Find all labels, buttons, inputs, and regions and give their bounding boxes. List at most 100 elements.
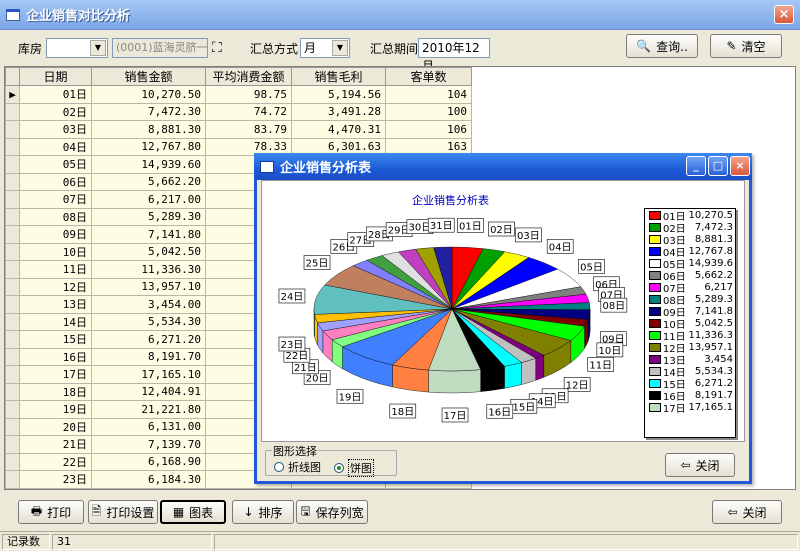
table-cell[interactable]: 17,165.10 xyxy=(91,365,206,384)
table-cell[interactable]: 12日 xyxy=(19,277,92,296)
column-header-sales[interactable]: 销售金额 xyxy=(91,67,206,86)
table-cell[interactable]: 15日 xyxy=(19,330,92,349)
row-indicator[interactable] xyxy=(5,207,20,226)
table-cell[interactable]: 06日 xyxy=(19,172,92,191)
save-width-button[interactable]: 🖫 保存列宽 xyxy=(296,500,368,524)
table-cell[interactable]: 21,221.80 xyxy=(91,400,206,419)
table-cell[interactable]: 21日 xyxy=(19,435,92,454)
print-settings-button[interactable]: 🗎 打印设置 xyxy=(88,500,158,524)
table-cell[interactable]: 5,534.30 xyxy=(91,312,206,331)
table-cell[interactable]: 07日 xyxy=(19,190,92,209)
table-cell[interactable]: 23日 xyxy=(19,470,92,489)
column-header-customers[interactable]: 客单数 xyxy=(385,67,472,86)
period-input[interactable]: 2010年12月 xyxy=(418,38,490,73)
row-indicator[interactable] xyxy=(5,242,20,261)
chevron-down-icon[interactable]: ▼ xyxy=(90,40,106,56)
table-cell[interactable]: 11,336.30 xyxy=(91,260,206,279)
row-indicator[interactable] xyxy=(5,137,20,156)
table-cell[interactable] xyxy=(205,487,292,489)
table-cell[interactable]: 16日 xyxy=(19,347,92,366)
table-cell[interactable]: 5,662.20 xyxy=(91,172,206,191)
table-cell[interactable]: 02日 xyxy=(19,102,92,121)
table-cell[interactable]: 104 xyxy=(385,85,472,104)
table-cell[interactable]: 14日 xyxy=(19,312,92,331)
table-cell[interactable]: 01日 xyxy=(19,85,92,104)
row-indicator[interactable] xyxy=(5,365,20,384)
row-indicator[interactable] xyxy=(5,400,20,419)
row-indicator[interactable] xyxy=(5,330,20,349)
table-cell[interactable]: 13日 xyxy=(19,295,92,314)
table-cell[interactable]: 83.79 xyxy=(205,120,292,139)
radio-circle-selected[interactable] xyxy=(334,463,344,473)
row-indicator[interactable] xyxy=(5,312,20,331)
warehouse-select[interactable]: ▼ xyxy=(46,38,108,58)
column-header-profit[interactable]: 销售毛利 xyxy=(291,67,386,86)
table-cell[interactable]: 6,217.00 xyxy=(91,190,206,209)
row-indicator[interactable] xyxy=(5,470,20,489)
table-cell[interactable]: 19日 xyxy=(19,400,92,419)
table-cell[interactable]: 12,767.80 xyxy=(91,137,206,156)
main-close-button[interactable]: ⇦ 关闭 xyxy=(712,500,782,524)
row-indicator[interactable] xyxy=(5,295,20,314)
table-cell[interactable]: 08日 xyxy=(19,207,92,226)
table-cell[interactable]: 10,270.50 xyxy=(91,85,206,104)
table-cell[interactable]: 04日 xyxy=(19,137,92,156)
chart-button[interactable]: ▦ 图表 xyxy=(160,500,226,524)
table-cell[interactable]: 8,881.30 xyxy=(91,120,206,139)
window-close-button[interactable]: × xyxy=(774,5,794,24)
row-indicator[interactable] xyxy=(5,260,20,279)
table-cell[interactable]: 20日 xyxy=(19,417,92,436)
table-cell[interactable]: 106 xyxy=(385,120,472,139)
current-row-indicator[interactable]: ▶ xyxy=(5,85,20,104)
table-cell[interactable]: 8,191.70 xyxy=(91,347,206,366)
dialog-close-button[interactable]: ⇦ 关闭 xyxy=(665,453,735,477)
table-cell[interactable]: 7,139.70 xyxy=(91,435,206,454)
table-cell[interactable]: 7,472.30 xyxy=(91,102,206,121)
summary-mode-select[interactable]: 月 ▼ xyxy=(300,38,350,58)
table-cell[interactable]: 03日 xyxy=(19,120,92,139)
table-cell[interactable]: 6,184.30 xyxy=(91,470,206,489)
table-cell[interactable]: 21,916.70 xyxy=(91,487,206,489)
row-indicator[interactable] xyxy=(5,172,20,191)
table-cell[interactable] xyxy=(385,487,472,489)
table-cell[interactable]: 18日 xyxy=(19,382,92,401)
row-indicator[interactable] xyxy=(5,102,20,121)
row-indicator[interactable] xyxy=(5,382,20,401)
table-cell[interactable]: 09日 xyxy=(19,225,92,244)
table-cell[interactable]: 4,470.31 xyxy=(291,120,386,139)
row-indicator[interactable] xyxy=(5,452,20,471)
row-indicator[interactable] xyxy=(5,190,20,209)
radio-pie-chart[interactable]: 饼图 xyxy=(334,459,374,477)
table-cell[interactable]: 22日 xyxy=(19,452,92,471)
table-row[interactable]: 03日 8,881.30 83.79 4,470.31 106 xyxy=(5,120,792,139)
table-cell[interactable]: 3,454.00 xyxy=(91,295,206,314)
column-header-avg[interactable]: 平均消费金额 xyxy=(205,67,292,86)
table-cell[interactable]: 74.72 xyxy=(205,102,292,121)
table-cell[interactable]: 5,289.30 xyxy=(91,207,206,226)
table-cell[interactable]: 5,042.50 xyxy=(91,242,206,261)
table-cell[interactable]: 12,404.91 xyxy=(91,382,206,401)
radio-line-chart[interactable]: 折线图 xyxy=(274,459,321,475)
table-row[interactable]: ▶ 01日 10,270.50 98.75 5,194.56 104 xyxy=(5,85,792,104)
table-cell[interactable]: 3,491.28 xyxy=(291,102,386,121)
row-indicator[interactable] xyxy=(5,277,20,296)
table-cell[interactable]: 13,957.10 xyxy=(91,277,206,296)
table-cell[interactable]: 5,194.56 xyxy=(291,85,386,104)
column-header-date[interactable]: 日期 xyxy=(19,67,92,86)
table-cell[interactable]: 11日 xyxy=(19,260,92,279)
binoculars-icon[interactable]: ⛶ xyxy=(212,40,222,56)
sort-button[interactable]: ↓ 排序 xyxy=(232,500,294,524)
table-cell[interactable]: 17日 xyxy=(19,365,92,384)
row-indicator[interactable] xyxy=(5,155,20,174)
radio-circle[interactable] xyxy=(274,462,284,472)
print-button[interactable]: 🖶 打印 xyxy=(18,500,84,524)
query-button[interactable]: 🔍 查询.. xyxy=(626,34,698,58)
table-cell[interactable]: 24日 xyxy=(19,487,92,489)
row-indicator[interactable] xyxy=(5,487,20,489)
row-indicator[interactable] xyxy=(5,435,20,454)
table-cell[interactable] xyxy=(291,487,386,489)
table-cell[interactable]: 05日 xyxy=(19,155,92,174)
table-cell[interactable]: 7,141.80 xyxy=(91,225,206,244)
chevron-down-icon[interactable]: ▼ xyxy=(332,40,348,56)
table-row[interactable]: 02日 7,472.30 74.72 3,491.28 100 xyxy=(5,102,792,121)
